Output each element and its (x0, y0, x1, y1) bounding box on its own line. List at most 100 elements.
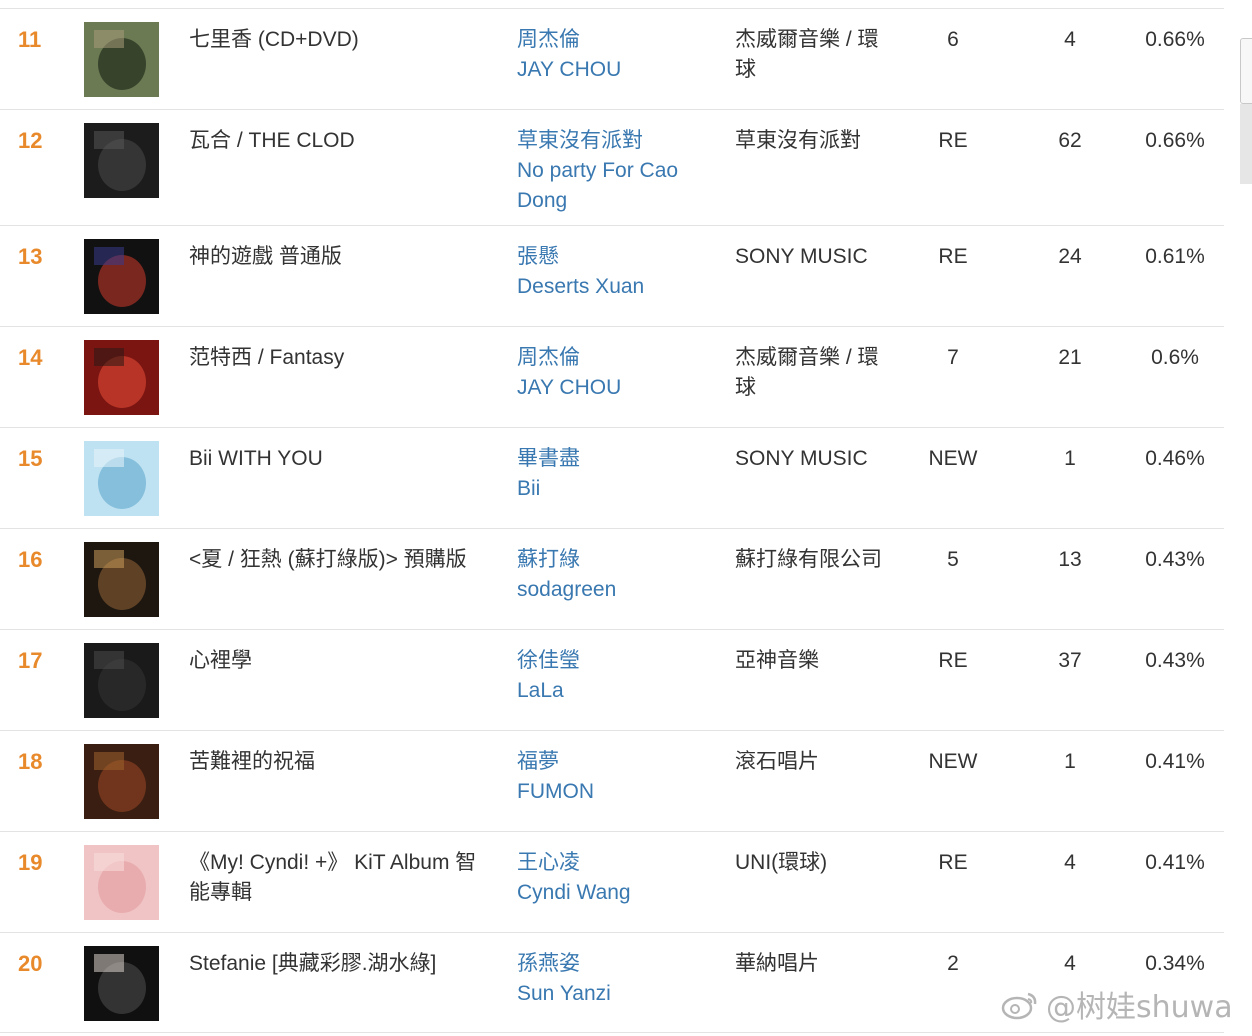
last-week-position: 5 (947, 548, 959, 571)
rank-number: 12 (18, 128, 43, 153)
record-label: SONY MUSIC (735, 245, 868, 268)
table-row: 18 苦難裡的祝福 福夢 FUMON 滾石唱片 NEW 1 0.41% (0, 731, 1224, 832)
weeks-on-chart: 4 (1064, 28, 1076, 51)
last-week-position: 6 (947, 28, 959, 51)
artist-name-english[interactable]: JAY CHOU (517, 55, 697, 85)
artist-name-chinese[interactable]: 張懸 (517, 242, 697, 272)
rank-number: 17 (18, 648, 43, 673)
table-row: 14 范特西 / Fantasy 周杰倫 JAY CHOU 杰威爾音樂 / 環球 7 21 0… (0, 327, 1224, 428)
artist-name-english[interactable]: sodagreen (517, 575, 697, 605)
weeks-on-chart: 62 (1058, 129, 1082, 152)
album-cover-image[interactable] (84, 643, 159, 718)
artist-link[interactable]: 草東沒有派對 No party For Cao Dong (517, 126, 697, 216)
last-week-position: NEW (928, 447, 978, 470)
rank-number: 15 (18, 446, 43, 471)
rank-number: 11 (18, 27, 42, 52)
artist-link[interactable]: 王心凌 Cyndi Wang (517, 848, 697, 908)
rank-number: 14 (18, 345, 43, 370)
artist-name-english[interactable]: LaLa (517, 676, 697, 706)
album-cover-image[interactable] (84, 946, 159, 1021)
weeks-on-chart: 4 (1064, 851, 1076, 874)
table-row: 17 心裡學 徐佳瑩 LaLa 亞神音樂 RE 37 0.43% (0, 630, 1224, 731)
last-week-position: 7 (947, 346, 959, 369)
artist-name-english[interactable]: Bii (517, 474, 697, 504)
rank-number: 13 (18, 244, 43, 269)
artist-link[interactable]: 周杰倫 JAY CHOU (517, 343, 697, 403)
weeks-on-chart: 4 (1064, 952, 1076, 975)
artist-name-chinese[interactable]: 畢書盡 (517, 444, 697, 474)
artist-name-english[interactable]: No party For Cao Dong (517, 156, 697, 216)
last-week-position: RE (938, 851, 968, 874)
table-row: 15 Bii WITH YOU 畢書盡 Bii SONY MUSIC NEW 1 0.46% (0, 428, 1224, 529)
album-title: 《My! Cyndi! +》 KiT Album 智能專輯 (189, 851, 477, 904)
album-cover-image[interactable] (84, 441, 159, 516)
album-title: Bii WITH YOU (189, 447, 323, 470)
album-title: Stefanie [典藏彩膠.湖水綠] (189, 952, 437, 975)
weibo-icon (1001, 992, 1037, 1020)
weeks-on-chart: 1 (1064, 447, 1076, 470)
rank-number: 18 (18, 749, 43, 774)
artist-name-english[interactable]: JAY CHOU (517, 373, 697, 403)
album-title: 七里香 (CD+DVD) (189, 28, 359, 51)
album-cover-image[interactable] (84, 22, 159, 97)
album-cover-image[interactable] (84, 123, 159, 198)
artist-link[interactable]: 周杰倫 JAY CHOU (517, 25, 697, 85)
weeks-on-chart: 21 (1058, 346, 1082, 369)
last-week-position: RE (938, 649, 968, 672)
last-week-position: 2 (947, 952, 959, 975)
artist-link[interactable]: 徐佳瑩 LaLa (517, 646, 697, 706)
sales-share: 0.46% (1145, 447, 1205, 470)
weeks-on-chart: 24 (1058, 245, 1082, 268)
artist-name-english[interactable]: Cyndi Wang (517, 878, 697, 908)
weeks-on-chart: 1 (1064, 750, 1076, 773)
weeks-on-chart: 13 (1058, 548, 1082, 571)
rank-number: 20 (18, 951, 43, 976)
rank-number: 19 (18, 850, 43, 875)
sales-share: 0.66% (1145, 129, 1205, 152)
watermark-text: @树娃shuwa (1046, 990, 1233, 1025)
artist-link[interactable]: 畢書盡 Bii (517, 444, 697, 504)
album-title: 瓦合 / THE CLOD (189, 129, 355, 152)
artist-name-chinese[interactable]: 蘇打綠 (517, 545, 697, 575)
artist-name-chinese[interactable]: 徐佳瑩 (517, 646, 697, 676)
record-label: 杰威爾音樂 / 環球 (735, 346, 879, 399)
album-cover-image[interactable] (84, 542, 159, 617)
artist-name-chinese[interactable]: 周杰倫 (517, 25, 697, 55)
sales-share: 0.61% (1145, 245, 1205, 268)
last-week-position: RE (938, 245, 968, 268)
record-label: 蘇打綠有限公司 (735, 548, 882, 571)
table-row: 13 神的遊戲 普通版 張懸 Deserts Xuan SONY MUSIC RE 24 0.… (0, 226, 1224, 327)
artist-name-english[interactable]: FUMON (517, 777, 697, 807)
last-week-position: RE (938, 129, 968, 152)
artist-name-chinese[interactable]: 周杰倫 (517, 343, 697, 373)
artist-link[interactable]: 蘇打綠 sodagreen (517, 545, 697, 605)
album-cover-image[interactable] (84, 239, 159, 314)
artist-link[interactable]: 孫燕姿 Sun Yanzi (517, 949, 697, 1009)
artist-name-chinese[interactable]: 福夢 (517, 747, 697, 777)
table-row: 19 《My! Cyndi! +》 KiT Album 智能專輯 王心凌 Cyndi … (0, 832, 1224, 933)
sales-share: 0.43% (1145, 548, 1205, 571)
scrollbar-thumb[interactable] (1240, 38, 1252, 104)
artist-name-english[interactable]: Deserts Xuan (517, 272, 697, 302)
record-label: UNI(環球) (735, 851, 828, 874)
album-cover-image[interactable] (84, 744, 159, 819)
album-title: 苦難裡的祝福 (189, 750, 315, 773)
record-label: 杰威爾音樂 / 環球 (735, 28, 879, 81)
album-cover-image[interactable] (84, 340, 159, 415)
artist-link[interactable]: 福夢 FUMON (517, 747, 697, 807)
album-title: 神的遊戲 普通版 (189, 245, 342, 268)
table-row: 16 <夏 / 狂熱 (蘇打綠版)> 預購版 蘇打綠 sodagreen 蘇打綠有限公司… (0, 529, 1224, 630)
weeks-on-chart: 37 (1058, 649, 1082, 672)
table-row: 11 七里香 (CD+DVD) 周杰倫 JAY CHOU 杰威爾音樂 / 環球 6 4 0.6… (0, 9, 1224, 110)
album-cover-image[interactable] (84, 845, 159, 920)
artist-name-chinese[interactable]: 孫燕姿 (517, 949, 697, 979)
record-label: 草東沒有派對 (735, 129, 861, 152)
sales-share: 0.66% (1145, 28, 1205, 51)
artist-name-chinese[interactable]: 草東沒有派對 (517, 126, 697, 156)
artist-name-english[interactable]: Sun Yanzi (517, 979, 697, 1009)
artist-name-chinese[interactable]: 王心凌 (517, 848, 697, 878)
scrollbar-lower-segment[interactable] (1240, 104, 1252, 184)
artist-link[interactable]: 張懸 Deserts Xuan (517, 242, 697, 302)
album-title: 心裡學 (189, 649, 252, 672)
sales-share: 0.41% (1145, 851, 1205, 874)
